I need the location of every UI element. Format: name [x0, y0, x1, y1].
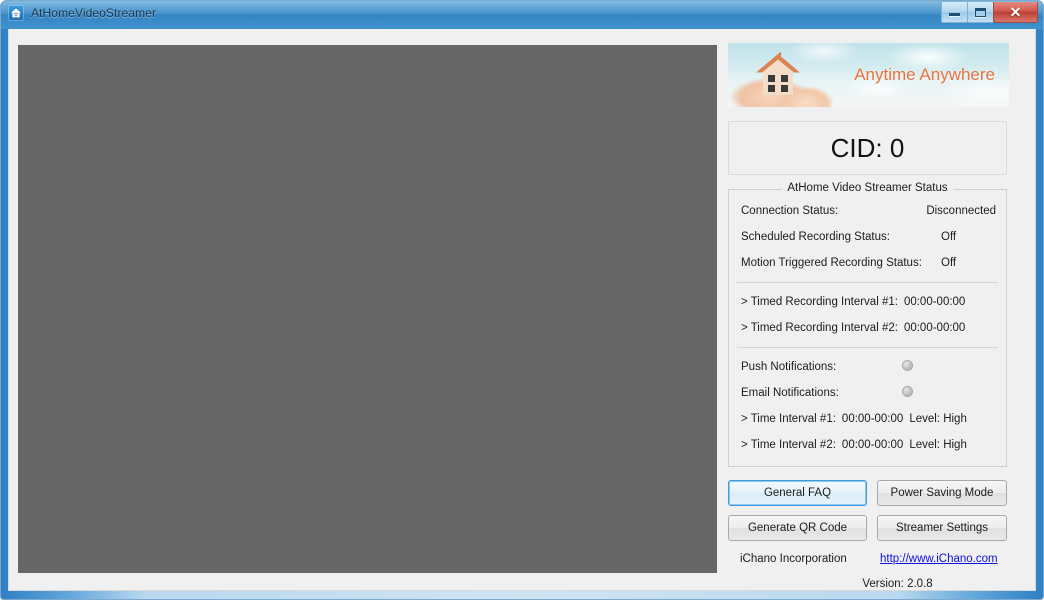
email-notification-led-icon [903, 387, 912, 396]
scheduled-recording-label: Scheduled Recording Status: [741, 231, 890, 243]
connection-status-label: Connection Status: [741, 205, 839, 217]
email-notifications-indicator-wrap [903, 387, 912, 399]
generate-qr-code-button[interactable]: Generate QR Code [728, 515, 867, 541]
time-interval-1-value: 00:00-00:00 [841, 413, 904, 425]
status-row-email-notifications: Email Notifications: [729, 380, 1006, 406]
cid-display-box: CID: 0 [728, 121, 1007, 175]
title-bar-left: AtHomeVideoStreamer [8, 5, 156, 21]
motion-recording-value: Off [941, 257, 957, 269]
time-interval-2: > Time Interval #2: 00:00-00:00 Level: H… [729, 432, 1006, 458]
website-link[interactable]: http://www.iChano.com [880, 553, 998, 565]
close-icon: ✕ [1009, 4, 1022, 20]
house-illustration-icon [756, 52, 800, 95]
status-row-push-notifications: Push Notifications: [729, 354, 1006, 380]
time-interval-1-level: Level: High [909, 413, 967, 425]
status-section-notifications: Push Notifications: Email Notifications:… [729, 352, 1006, 460]
connection-status-value: Disconnected [926, 205, 996, 217]
window-title: AtHomeVideoStreamer [31, 6, 157, 20]
motion-recording-label: Motion Triggered Recording Status: [741, 257, 922, 269]
push-notification-led-icon [903, 361, 912, 370]
separator-2 [737, 347, 998, 348]
house-wifi-icon [8, 5, 24, 21]
power-saving-mode-button[interactable]: Power Saving Mode [877, 480, 1007, 506]
status-group-box: AtHome Video Streamer Status Connection … [728, 182, 1007, 467]
application-window: AtHomeVideoStreamer ✕ Anytime Anywhere C… [0, 0, 1044, 600]
action-button-grid: General FAQ Power Saving Mode Generate Q… [728, 480, 1007, 541]
status-section-timed-recording: > Timed Recording Interval #1: 00:00-00:… [729, 287, 1006, 343]
status-row-scheduled-recording: Scheduled Recording Status: Off [729, 224, 1006, 250]
time-interval-2-value: 00:00-00:00 [841, 439, 904, 451]
company-name: iChano Incorporation [740, 553, 847, 565]
banner-tagline: Anytime Anywhere [854, 65, 995, 84]
timed-recording-1-value: 00:00-00:00 [903, 296, 966, 308]
minimize-icon [949, 13, 960, 16]
timed-recording-2-value: 00:00-00:00 [903, 322, 966, 334]
time-interval-1-label: > Time Interval #1: [741, 413, 836, 425]
separator-1 [737, 282, 998, 283]
window-controls: ✕ [941, 2, 1038, 23]
scheduled-recording-value: Off [941, 231, 957, 243]
version-label: Version: 2.0.8 [862, 578, 933, 590]
timed-recording-interval-1: > Timed Recording Interval #1: 00:00-00:… [729, 289, 1006, 315]
status-section-connection: Connection Status: Disconnected Schedule… [729, 190, 1006, 278]
status-row-connection: Connection Status: Disconnected [729, 198, 1006, 224]
title-bar-sheen [1, 1, 1043, 14]
cid-value: CID: 0 [830, 132, 905, 163]
status-group-title: AtHome Video Streamer Status [781, 182, 954, 194]
time-interval-2-level: Level: High [909, 439, 967, 451]
maximize-button[interactable] [967, 2, 994, 23]
title-bar[interactable]: AtHomeVideoStreamer ✕ [1, 1, 1043, 29]
client-area: Anytime Anywhere CID: 0 AtHome Video Str… [8, 29, 1036, 591]
right-sidebar: Anytime Anywhere CID: 0 AtHome Video Str… [728, 43, 1011, 590]
time-interval-2-label: > Time Interval #2: [741, 439, 836, 451]
push-notifications-indicator-wrap [903, 361, 912, 373]
push-notifications-label: Push Notifications: [741, 361, 837, 373]
timed-recording-1-label: > Timed Recording Interval #1: [741, 296, 898, 308]
footer-row: iChano Incorporation http://www.iChano.c… [728, 553, 1007, 571]
video-preview-panel[interactable] [18, 45, 717, 573]
email-notifications-label: Email Notifications: [741, 387, 839, 399]
timed-recording-interval-2: > Timed Recording Interval #2: 00:00-00:… [729, 315, 1006, 341]
status-row-motion-recording: Motion Triggered Recording Status: Off [729, 250, 1006, 276]
general-faq-button[interactable]: General FAQ [728, 480, 867, 506]
timed-recording-2-label: > Timed Recording Interval #2: [741, 322, 898, 334]
brand-banner: Anytime Anywhere [728, 43, 1009, 107]
streamer-settings-button[interactable]: Streamer Settings [877, 515, 1007, 541]
time-interval-1: > Time Interval #1: 00:00-00:00 Level: H… [729, 406, 1006, 432]
close-button[interactable]: ✕ [993, 2, 1038, 23]
maximize-icon [975, 7, 986, 17]
minimize-button[interactable] [941, 2, 968, 23]
